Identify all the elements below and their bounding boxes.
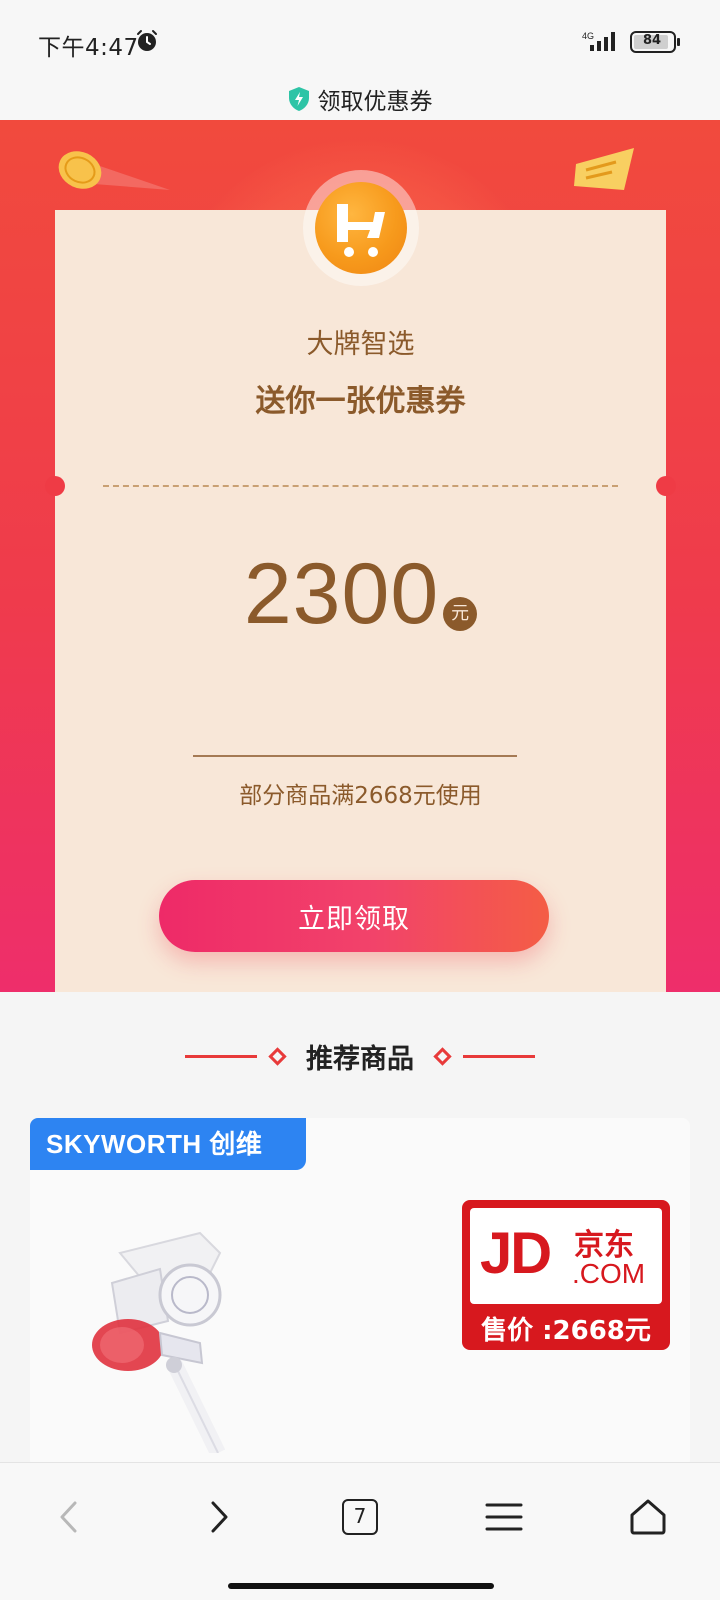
recommend-header: 推荐商品 [0, 1036, 720, 1076]
title-bar: 领取优惠券 [0, 82, 720, 120]
jd-logo: JD 京东 .COM [470, 1208, 662, 1304]
header-diamond-right [433, 1046, 452, 1066]
coupon-card: 大牌智选 送你一张优惠券 2300 元 部分商品满2668元使用 立即领取 [45, 170, 676, 992]
jd-logo-text: JD [480, 1221, 552, 1286]
nav-tabs-button[interactable]: 7 [330, 1489, 390, 1545]
menu-icon [485, 1503, 523, 1531]
network-label: 4G [582, 31, 594, 41]
alarm-icon [137, 30, 157, 51]
jd-store-badge[interactable]: JD 京东 .COM 售价 :2668元 [462, 1200, 670, 1350]
brand-logo-mark [337, 204, 385, 257]
coupon-amount-value: 2300 [243, 546, 440, 642]
status-time: 下午4:47 [38, 35, 139, 61]
coupon-amount-unit: 元 [443, 597, 478, 631]
brand-name: 大牌智选 [306, 329, 415, 360]
recommend-title: 推荐商品 [306, 1043, 414, 1075]
nav-home-button[interactable] [618, 1489, 678, 1545]
coupon-divider [103, 485, 618, 487]
nav-forward-button[interactable] [188, 1489, 248, 1545]
coupon-notch-left [45, 476, 65, 496]
nav-menu-button[interactable] [474, 1489, 534, 1545]
product-brand-tag: SKYWORTH 创维 [30, 1118, 306, 1170]
coupon-headline: 送你一张优惠券 [255, 384, 466, 419]
claim-coupon-button[interactable]: 立即领取 [159, 880, 549, 952]
header-diamond-left [268, 1046, 287, 1066]
tabs-icon: 7 [342, 1499, 378, 1535]
home-icon [630, 1499, 666, 1535]
home-indicator[interactable] [228, 1583, 494, 1589]
signal-icon: 4G [582, 31, 615, 51]
product-price: 售价 :2668元 [481, 1316, 651, 1346]
battery-level: 84 [642, 33, 662, 48]
header-line-right [463, 1054, 535, 1058]
amount-underline [193, 755, 517, 757]
coupon-notch-right [656, 476, 676, 496]
nav-back-button[interactable] [40, 1489, 100, 1545]
coin-icon [58, 151, 170, 190]
product-card[interactable]: SKYWORTH 创维 JD 京东 .COM 售价 :2668元 [30, 1118, 690, 1468]
coupon-hero: 大牌智选 送你一张优惠券 2300 元 部分商品满2668元使用 立即领取 [0, 120, 720, 992]
shield-icon [288, 87, 309, 111]
coupon-amount: 2300 元 [55, 545, 666, 644]
back-arrow-icon [60, 1501, 77, 1533]
status-bar: 下午4:47 4G 84 [0, 0, 720, 82]
vacuum-product-image [92, 1231, 226, 1453]
bottom-nav: 7 [0, 1462, 720, 1600]
jd-logo-com: .COM [572, 1258, 646, 1289]
page-title: 领取优惠券 [317, 89, 433, 115]
brand-logo [303, 170, 419, 286]
money-tag-icon [574, 148, 634, 190]
header-line-left [185, 1054, 257, 1058]
forward-arrow-icon [211, 1501, 228, 1533]
coupon-condition: 部分商品满2668元使用 [239, 783, 482, 809]
